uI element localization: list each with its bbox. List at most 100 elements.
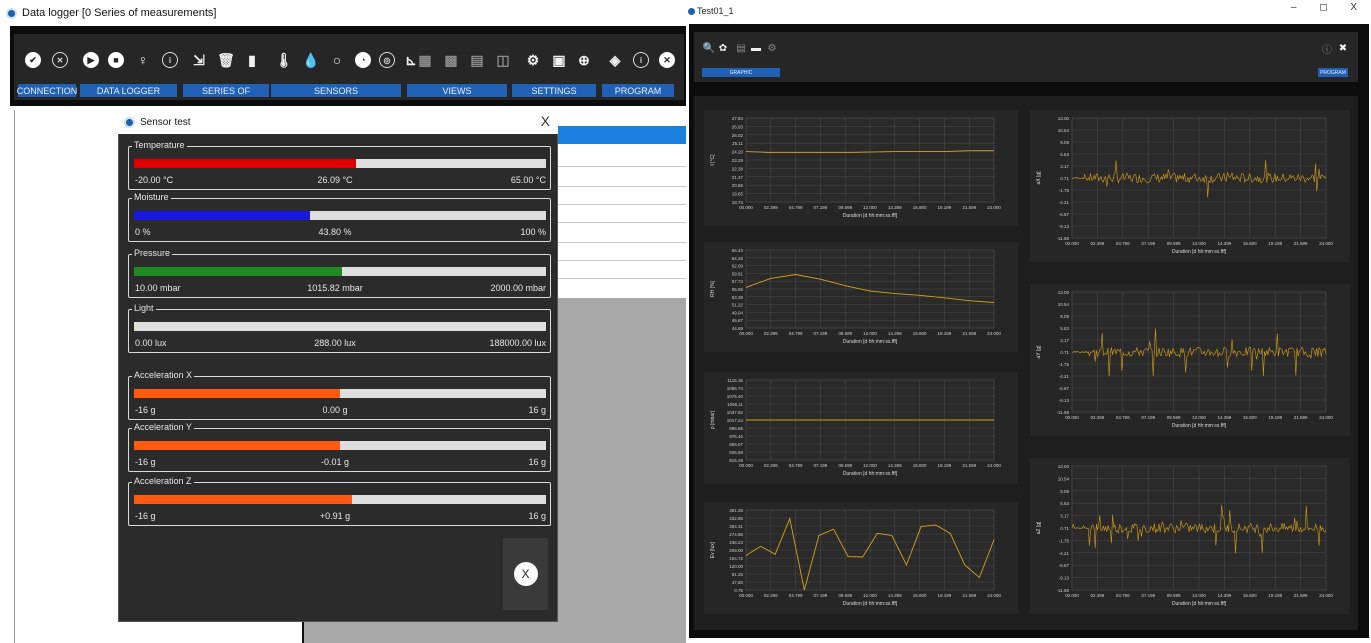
y-tick-label: 1037.82 (727, 410, 744, 415)
y-tick-label: 120.00 (729, 564, 743, 569)
y-tick-label: -6.67 (1059, 212, 1070, 217)
x-tick-label: 24.000 (1319, 415, 1333, 420)
chart-1[interactable]: 66.43 64.28 62.09 59.91 57.74 55.56 53.38 51.22… (704, 242, 1018, 352)
droplet-icon[interactable]: 💧 (300, 49, 322, 71)
y-axis-label: Ev [lux] (710, 541, 716, 558)
y-tick-label: 304.31 (729, 524, 743, 529)
x-axis-label: Duration [d hh:mm:ss.fff] (843, 471, 898, 477)
x-tick-label: 02.399 (764, 593, 778, 598)
table-icon[interactable]: ▦ (414, 49, 436, 71)
x-tick-label: 00.000 (1065, 593, 1079, 598)
chart-0[interactable]: 27.84 26.93 26.02 25.11 24.20 23.29 22.38 21.47… (704, 110, 1018, 226)
sensor-bar-fill (134, 495, 352, 504)
x-tick-label: 04.799 (1116, 415, 1130, 420)
connect-icon[interactable]: ✔ (22, 49, 44, 71)
x-tick-label: 04.799 (789, 463, 803, 468)
table-row[interactable] (550, 242, 686, 243)
table-row[interactable] (550, 204, 686, 205)
sensor-value: +0.91 g (319, 511, 351, 521)
document-icon[interactable]: ▤ (735, 42, 747, 54)
x-tick-label: 12.000 (863, 331, 877, 336)
x-axis-label: Duration [d hh:mm:ss.fff] (843, 601, 898, 607)
sensor-value: 26.09 °C (317, 175, 353, 185)
chart-2[interactable]: 1116.35 1096.74 1076.40 1056.11 1037.82 1017.… (704, 372, 1018, 484)
info-icon-right[interactable]: ⓘ (1321, 42, 1333, 56)
chart-3[interactable]: 381.28 332.86 304.31 274.86 238.23 209.00 164.… (704, 502, 1018, 614)
x-tick-label: 14.399 (888, 463, 902, 468)
trash-icon[interactable]: 🗑 (215, 49, 237, 71)
table-row[interactable] (550, 260, 686, 261)
sensor-bar-fill (134, 441, 340, 450)
table-row[interactable] (550, 222, 686, 223)
y-tick-label: 209.00 (729, 548, 743, 553)
y-tick-label: 1116.35 (727, 378, 743, 383)
gear-icon[interactable]: ⚙ (522, 49, 544, 71)
info-icon[interactable]: i (159, 49, 181, 71)
x-tick-label: 14.399 (1218, 241, 1232, 246)
exit-icon[interactable]: ✕ (656, 49, 678, 71)
section-sensors: SENSORS (271, 84, 401, 97)
selected-row[interactable] (550, 126, 686, 144)
y-tick-label: 10.54 (1058, 476, 1070, 481)
x-axis-label: Duration [d hh:mm:ss.fff] (1172, 601, 1227, 607)
x-tick-label: 12.000 (863, 593, 877, 598)
y-tick-label: 21.47 (732, 175, 744, 180)
gauge-icon[interactable]: ◔ (352, 49, 374, 71)
refresh-icon[interactable]: ✿ (717, 42, 729, 54)
stop-icon[interactable]: ■ (105, 49, 127, 71)
exit-button[interactable]: X (513, 562, 538, 586)
y-tick-label: 20.56 (732, 183, 744, 188)
chart-4[interactable]: 13.00 10.54 8.09 5.63 3.17 0.71 -1.75 -4.21 -6.6… (1030, 110, 1350, 262)
sensor-bar-fill (134, 322, 135, 331)
calculator-icon[interactable]: ▣ (548, 49, 570, 71)
y-tick-label: -1.75 (1059, 188, 1070, 193)
y-tick-label: 8.09 (1060, 314, 1069, 319)
x-tick-label: 16.800 (913, 463, 927, 468)
sensor-min: 10.00 mbar (135, 283, 181, 293)
disconnect-icon[interactable]: ✕ (49, 49, 71, 71)
table-row[interactable] (550, 186, 686, 187)
chart-6[interactable]: 13.00 10.54 8.09 5.63 3.17 0.71 -1.75 -4.21 -6.6… (1030, 458, 1350, 614)
sensor-group-acceleration-x: Acceleration X -16 g 0.00 g 16 g (128, 370, 551, 420)
y-tick-label: 10.54 (1058, 302, 1070, 307)
x-tick-label: 14.399 (1218, 415, 1232, 420)
y-tick-label: 164.72 (729, 556, 743, 561)
table-row[interactable] (550, 166, 686, 167)
measurements-table[interactable] (550, 126, 686, 298)
y-tick-label: 0.71 (1060, 176, 1069, 181)
chart-5[interactable]: 13.00 10.54 8.09 5.63 3.17 0.71 -1.75 -4.21 -6.6… (1030, 284, 1350, 436)
play-icon[interactable]: ▶ (80, 49, 102, 71)
close-circle-icon[interactable]: ✖ (1337, 42, 1349, 54)
list-icon[interactable]: ▤ (466, 49, 488, 71)
y-tick-label: 5.63 (1060, 326, 1069, 331)
settings-icon[interactable]: ⚙ (766, 42, 778, 54)
x-tick-label: 12.000 (863, 205, 877, 210)
close-icon[interactable]: X (541, 113, 550, 129)
x-tick-label: 09.599 (838, 205, 852, 210)
zoom-icon[interactable]: 🔍 (703, 42, 715, 54)
globe-icon[interactable]: ⊕ (573, 49, 595, 71)
y-tick-label: 66.43 (732, 248, 744, 253)
export-icon[interactable]: ⇲ (188, 49, 210, 71)
table-row[interactable] (550, 278, 686, 279)
eraser-icon[interactable]: ◈ (604, 49, 626, 71)
x-tick-label: 02.399 (1091, 415, 1105, 420)
x-tick-label: 21.599 (1294, 241, 1308, 246)
bulb-icon[interactable]: ○ (326, 49, 348, 71)
sensor-min: 0 % (135, 227, 151, 237)
graph-icon[interactable]: ◫ (492, 49, 514, 71)
thermometer-icon[interactable]: 🌡 (273, 49, 295, 71)
x-tick-label: 02.399 (764, 463, 778, 468)
sensor-bar (134, 322, 546, 331)
about-icon[interactable]: i (630, 49, 652, 71)
sdcard-icon[interactable]: ▮ (241, 49, 263, 71)
window-controls[interactable]: – ◻ X (1291, 2, 1367, 13)
chart-icon[interactable]: ▩ (440, 49, 462, 71)
x-tick-label: 19.199 (1268, 593, 1282, 598)
lightbulb-icon[interactable]: ♀ (132, 49, 154, 71)
print-icon[interactable]: ▬ (750, 42, 762, 54)
x-tick-label: 12.000 (1192, 241, 1206, 246)
y-tick-label: 1017.24 (727, 418, 744, 423)
target-icon[interactable]: ◎ (376, 49, 398, 71)
x-tick-label: 00.000 (739, 331, 753, 336)
